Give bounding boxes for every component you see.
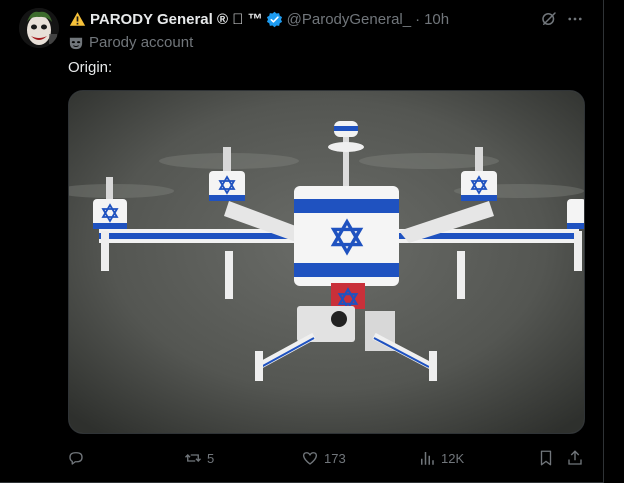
parody-mask-icon (69, 37, 83, 49)
view-count: 12K (441, 450, 465, 466)
reply-icon (69, 452, 83, 465)
post-header: PARODY General ®  ™ @ParodyGeneral_ · 1… (69, 9, 449, 29)
reply-button[interactable] (67, 448, 90, 468)
like-icon (302, 452, 318, 465)
drone-photo (69, 91, 584, 433)
more-options-icon[interactable] (566, 10, 584, 28)
verified-badge-icon[interactable] (266, 11, 283, 28)
bookmark-button[interactable] (537, 448, 555, 468)
post-media-image[interactable] (68, 90, 585, 434)
warning-icon (69, 12, 86, 26)
post-text: Origin: (68, 59, 113, 76)
avatar[interactable] (19, 8, 59, 48)
share-button[interactable] (566, 448, 584, 468)
post-timestamp[interactable]: 10h (424, 11, 449, 28)
timeline-right-border (603, 0, 604, 483)
like-button[interactable]: 173 (301, 448, 346, 468)
parody-label: Parody account (69, 34, 193, 51)
display-name[interactable]: PARODY General ®  ™ (90, 11, 263, 28)
parody-label-text: Parody account (89, 34, 194, 51)
share-icon (568, 450, 582, 465)
separator-dot: · (415, 11, 420, 28)
grok-icon[interactable] (540, 10, 558, 28)
repost-count: 5 (207, 450, 215, 466)
like-count: 173 (324, 450, 346, 466)
user-handle[interactable]: @ParodyGeneral_ (287, 11, 411, 28)
views-icon (421, 452, 434, 465)
views-button[interactable]: 12K (418, 448, 464, 468)
repost-icon (185, 454, 201, 462)
bookmark-icon (540, 450, 552, 466)
repost-button[interactable]: 5 (184, 448, 214, 468)
